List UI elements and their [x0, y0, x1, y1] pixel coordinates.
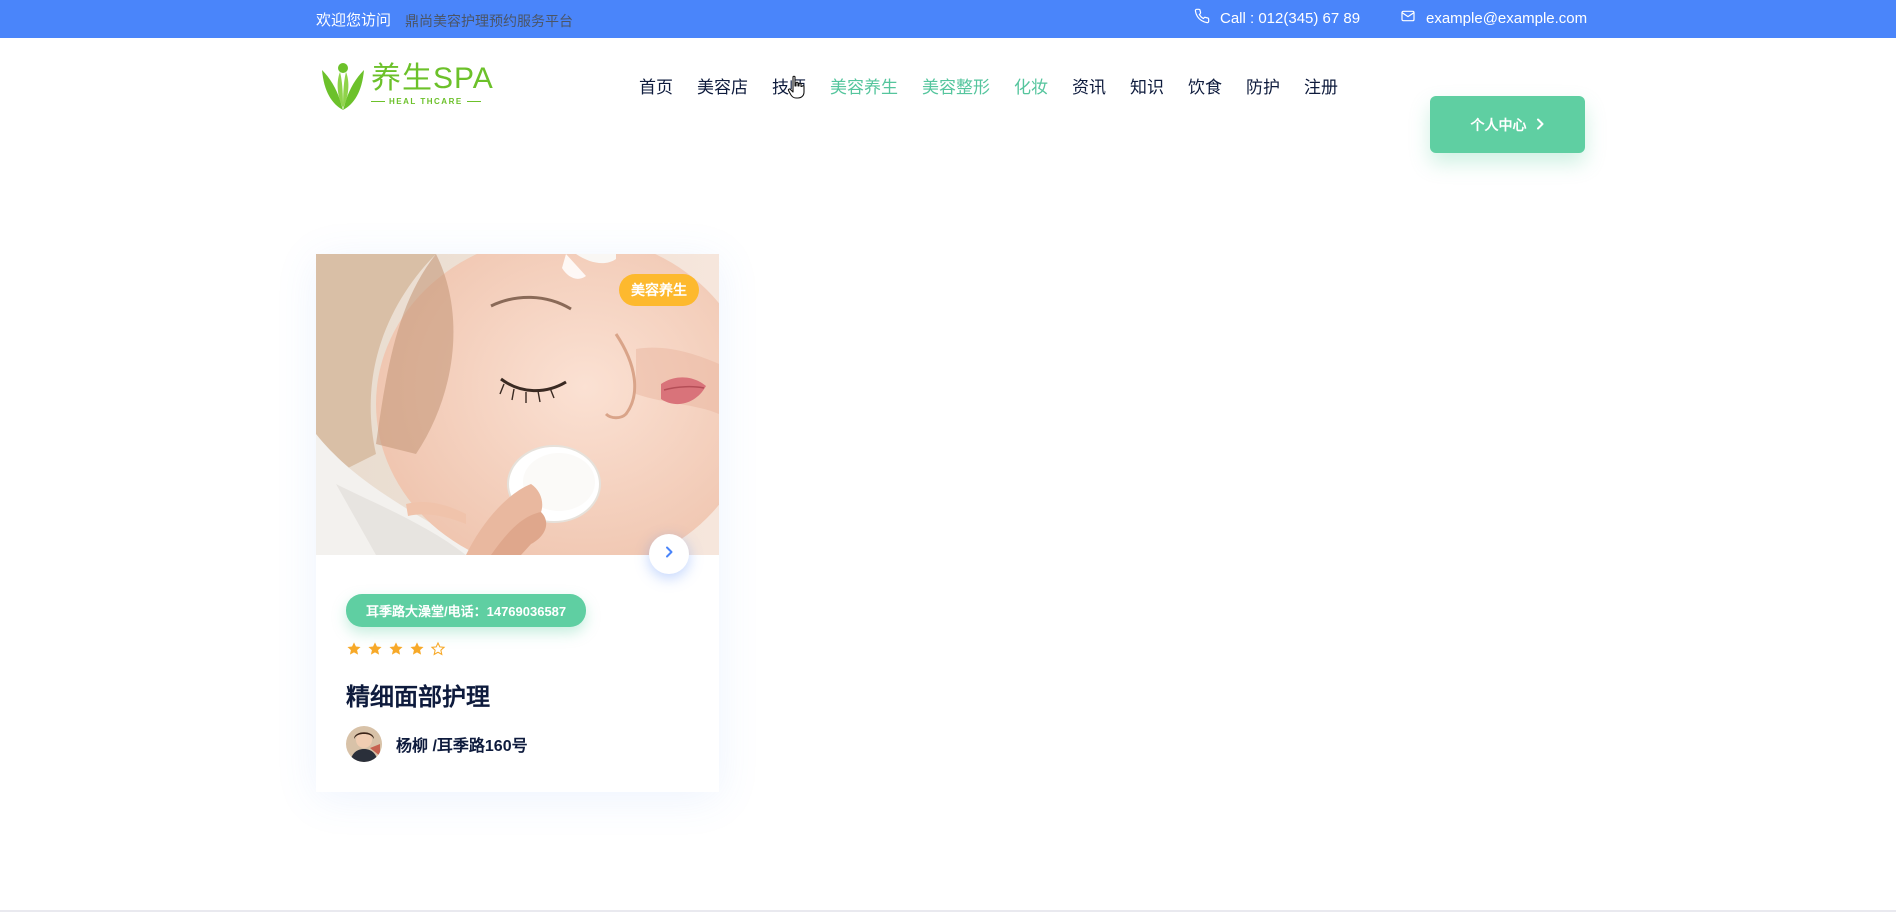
logo-title: 养生SPA — [371, 62, 494, 95]
email-text: example@example.com — [1426, 9, 1588, 27]
nav-item-beauty-wellness[interactable]: 美容养生 — [830, 73, 898, 98]
chevron-right-icon — [1535, 117, 1545, 133]
leaf-logo-icon — [322, 63, 364, 110]
nav-item-cosmetic-surgery[interactable]: 美容整形 — [922, 73, 990, 98]
tagline-text: 鼎尚美容护理预约服务平台 — [405, 13, 573, 29]
service-card[interactable]: 美容养生 耳季路大澡堂/电话：14769036587 精细面部护理 杨柳 /耳季… — [316, 254, 719, 792]
chevron-right-icon — [664, 545, 674, 563]
logo-subtitle: HEAL THCARE — [371, 97, 494, 106]
location-tag[interactable]: 耳季路大澡堂/电话：14769036587 — [346, 594, 587, 627]
nav-item-makeup[interactable]: 化妆 — [1014, 73, 1048, 98]
rating-stars — [346, 641, 446, 662]
envelope-icon — [1400, 8, 1416, 28]
call-contact[interactable]: Call : 012(345) 67 89 — [1194, 8, 1360, 28]
next-button[interactable] — [649, 534, 689, 574]
star-icon — [409, 641, 425, 662]
star-icon — [346, 641, 362, 662]
nav-item-salons[interactable]: 美容店 — [697, 73, 748, 98]
author-text: 杨柳 /耳季路160号 — [396, 738, 528, 755]
email-contact[interactable]: example@example.com — [1400, 8, 1587, 28]
star-icon — [388, 641, 404, 662]
user-center-label: 个人中心 — [1470, 116, 1527, 133]
category-badge[interactable]: 美容养生 — [619, 274, 699, 306]
site-header: 养生SPA HEAL THCARE 首页 美容店 技师 美容养生 美容整形 化妆… — [0, 38, 1896, 153]
top-bar: 欢迎您访问 鼎尚美容护理预约服务平台 Call : 012(345) 67 89… — [0, 0, 1896, 38]
main-nav: 首页 美容店 技师 美容养生 美容整形 化妆 资讯 知识 饮食 防护 注册 — [639, 73, 1338, 98]
hand-cursor-icon — [787, 75, 805, 99]
nav-item-home[interactable]: 首页 — [639, 73, 673, 98]
card-title[interactable]: 精细面部护理 — [346, 677, 490, 712]
nav-item-protection[interactable]: 防护 — [1246, 73, 1280, 98]
author-info[interactable]: 杨柳 /耳季路160号 — [346, 726, 528, 762]
nav-item-news[interactable]: 资讯 — [1072, 73, 1106, 98]
site-logo[interactable]: 养生SPA HEAL THCARE — [318, 60, 494, 112]
user-center-button[interactable]: 个人中心 — [1430, 96, 1585, 153]
nav-item-knowledge[interactable]: 知识 — [1130, 73, 1164, 98]
welcome-text: 欢迎您访问 — [316, 12, 392, 29]
nav-item-diet[interactable]: 饮食 — [1188, 73, 1222, 98]
star-outline-icon — [430, 641, 446, 662]
call-text: Call : 012(345) 67 89 — [1220, 9, 1361, 27]
star-icon — [367, 641, 383, 662]
avatar — [346, 726, 382, 762]
nav-item-register[interactable]: 注册 — [1304, 73, 1338, 98]
phone-icon — [1194, 8, 1210, 28]
